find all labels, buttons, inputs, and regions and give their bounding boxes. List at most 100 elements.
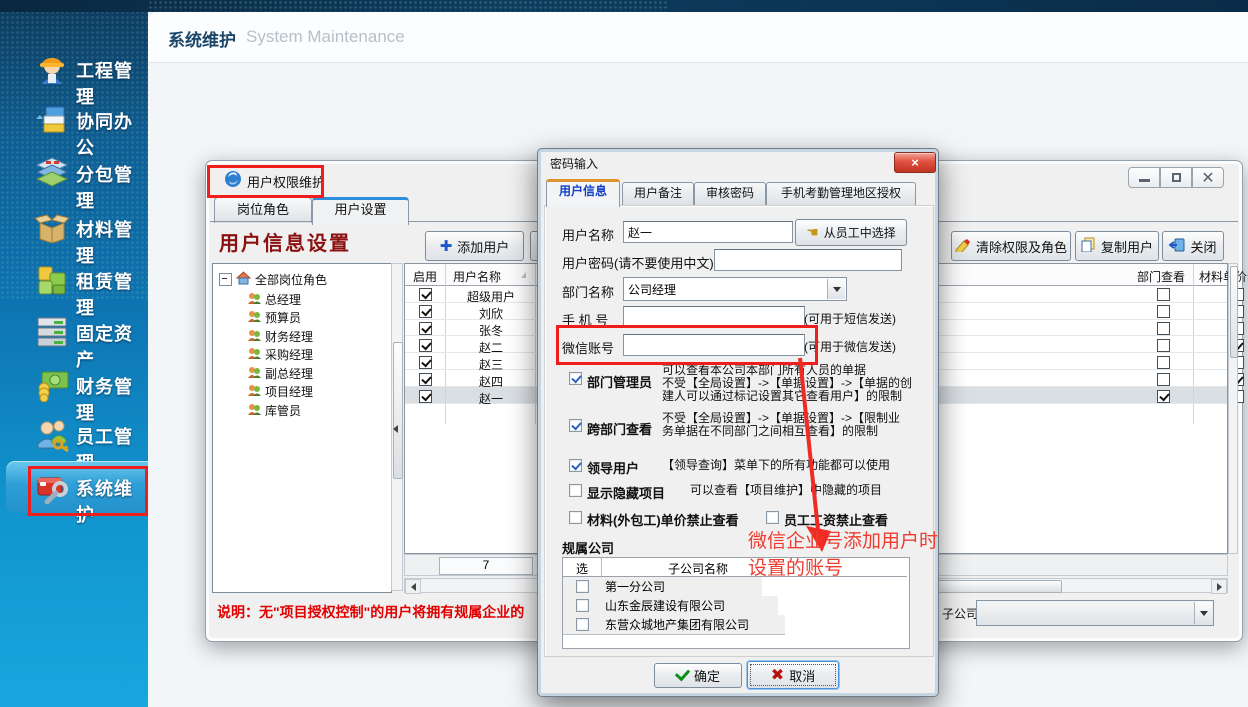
app-root: 工程管理 协同办公 分包管理 材料管理 租赁管理 固定资产: [0, 0, 1248, 707]
collapse-icon[interactable]: [219, 273, 232, 286]
subcompany-row[interactable]: 东营众城地产集团有限公司: [563, 615, 785, 635]
enabled-checkbox[interactable]: [419, 373, 432, 386]
sidebar: 工程管理 协同办公 分包管理 材料管理 租赁管理 固定资产: [0, 0, 148, 707]
column-subcompany-name: 子公司名称: [668, 560, 728, 577]
user-name-cell[interactable]: 张冬: [441, 322, 541, 339]
sidebar-item-employee[interactable]: 员工管理: [0, 409, 148, 461]
copy-pages-icon: [1081, 237, 1096, 255]
leader-user-checkbox[interactable]: [569, 459, 582, 472]
sidebar-item-lease[interactable]: 租赁管理: [0, 254, 148, 306]
user-name-cell[interactable]: 刘欣: [441, 305, 541, 322]
scrollbar-thumb[interactable]: [393, 342, 403, 479]
sidebar-item-collaboration[interactable]: 协同办公: [0, 94, 148, 146]
show-hidden-projects-label: 显示隐藏项目: [587, 483, 665, 502]
copy-user-button[interactable]: 复制用户: [1075, 231, 1159, 261]
ok-button[interactable]: 确定: [654, 663, 742, 688]
scrollbar-thumb[interactable]: [1230, 266, 1238, 358]
user-name-cell[interactable]: 赵二: [441, 339, 541, 356]
column-select: 选: [576, 560, 588, 577]
cross-dept-checkbox[interactable]: [569, 419, 582, 432]
dept-view-checkbox[interactable]: [1157, 322, 1170, 335]
documents-stack-icon: [34, 101, 70, 137]
tab-audit-password[interactable]: 审核密码: [694, 182, 766, 205]
dept-view-checkbox[interactable]: [1157, 373, 1170, 386]
select-checkbox[interactable]: [576, 580, 589, 593]
user-name-cell[interactable]: 超级用户: [441, 288, 541, 305]
password-input[interactable]: [714, 249, 902, 271]
scroll-left-icon[interactable]: [405, 579, 421, 594]
column-dept-view[interactable]: 部门查看: [1137, 268, 1185, 285]
add-user-button[interactable]: ✚添加用户: [425, 231, 524, 261]
tab-user-remark[interactable]: 用户备注: [622, 182, 694, 205]
material-price-forbid-checkbox[interactable]: [569, 511, 582, 524]
annotation-text: 微信企业号添加用户时 设置的账号: [748, 528, 938, 582]
sidebar-item-material[interactable]: 材料管理: [0, 202, 148, 254]
user-name-cell[interactable]: 赵三: [441, 356, 541, 373]
close-window-button[interactable]: ✕: [1192, 167, 1224, 188]
subcompany-row[interactable]: 第一分公司: [563, 577, 762, 597]
column-material-price-hidden[interactable]: 材料单价禁看: [1199, 268, 1248, 285]
tab-user-info[interactable]: 用户信息: [546, 179, 620, 207]
salary-forbid-checkbox[interactable]: [766, 511, 779, 524]
enabled-checkbox[interactable]: [419, 288, 432, 301]
role-people-icon: [247, 310, 261, 326]
tree-root[interactable]: 全部岗位角色: [219, 271, 327, 288]
restore-button[interactable]: [1160, 167, 1192, 188]
pick-from-employee-button[interactable]: ☚从员工中选择: [795, 219, 907, 246]
phone-input[interactable]: [623, 306, 805, 328]
tree-item-role[interactable]: 总经理: [247, 291, 301, 308]
clear-permissions-button[interactable]: 清除权限及角色: [951, 231, 1071, 261]
select-checkbox[interactable]: [576, 618, 589, 631]
scrollbar-thumb[interactable]: [935, 580, 1062, 593]
enabled-checkbox[interactable]: [419, 305, 432, 318]
close-toolbar-button[interactable]: 关闭: [1162, 231, 1224, 261]
tree-item-role[interactable]: 副总经理: [247, 365, 313, 382]
user-name-cell[interactable]: 赵一: [441, 390, 541, 407]
column-username[interactable]: 用户名称: [453, 268, 501, 285]
user-name-cell[interactable]: 赵四: [441, 373, 541, 390]
layers-icon: [34, 154, 70, 190]
column-enabled[interactable]: 启用: [413, 268, 437, 285]
splitter-collapse-icon[interactable]: [393, 425, 398, 433]
department-dropdown[interactable]: 公司经理: [623, 277, 847, 301]
enabled-checkbox[interactable]: [419, 390, 432, 403]
tree-item-role[interactable]: 采购经理: [247, 346, 313, 363]
cancel-button[interactable]: ✖取消: [747, 661, 839, 689]
sidebar-item-subcontract[interactable]: 分包管理: [0, 147, 148, 199]
subcompany-row[interactable]: 山东金辰建设有限公司: [563, 596, 778, 616]
username-input[interactable]: 赵一: [623, 221, 793, 243]
tab-user-settings[interactable]: 用户设置: [312, 197, 409, 225]
tree-item-role[interactable]: 项目经理: [247, 383, 313, 400]
plus-icon: ✚: [440, 237, 453, 255]
worker-helmet-icon: [34, 50, 70, 86]
sidebar-item-system-maintenance[interactable]: 系统维护: [0, 461, 148, 513]
minimize-button[interactable]: [1128, 167, 1160, 188]
dept-view-checkbox[interactable]: [1157, 390, 1170, 403]
grid-vscrollbar[interactable]: [1228, 263, 1238, 554]
select-checkbox[interactable]: [576, 599, 589, 612]
phone-label: 手 机 号: [562, 310, 608, 329]
tree-item-role[interactable]: 库管员: [247, 402, 301, 419]
dept-admin-checkbox[interactable]: [569, 372, 582, 385]
role-people-icon: [247, 347, 261, 363]
sidebar-item-finance[interactable]: 财务管理: [0, 359, 148, 411]
tab-mobile-attendance[interactable]: 手机考勤管理地区授权: [766, 182, 916, 205]
enabled-checkbox[interactable]: [419, 356, 432, 369]
dialog-close-button[interactable]: ×: [894, 152, 936, 173]
subcompany-dropdown[interactable]: [976, 600, 1214, 626]
tree-item-role[interactable]: 财务经理: [247, 328, 313, 345]
tab-position-roles[interactable]: 岗位角色: [214, 197, 312, 223]
dept-view-checkbox[interactable]: [1157, 356, 1170, 369]
enabled-checkbox[interactable]: [419, 322, 432, 335]
dept-view-checkbox[interactable]: [1157, 288, 1170, 301]
enabled-checkbox[interactable]: [419, 339, 432, 352]
wechat-input[interactable]: [623, 334, 805, 356]
tree-item-role[interactable]: 预算员: [247, 309, 301, 326]
sidebar-item-engineering[interactable]: 工程管理: [0, 43, 148, 95]
dept-view-checkbox[interactable]: [1157, 339, 1170, 352]
scroll-right-icon[interactable]: [1211, 579, 1227, 594]
home-icon: [236, 271, 251, 288]
sidebar-item-fixed-assets[interactable]: 固定资产: [0, 306, 148, 358]
dept-view-checkbox[interactable]: [1157, 305, 1170, 318]
show-hidden-projects-checkbox[interactable]: [569, 484, 582, 497]
